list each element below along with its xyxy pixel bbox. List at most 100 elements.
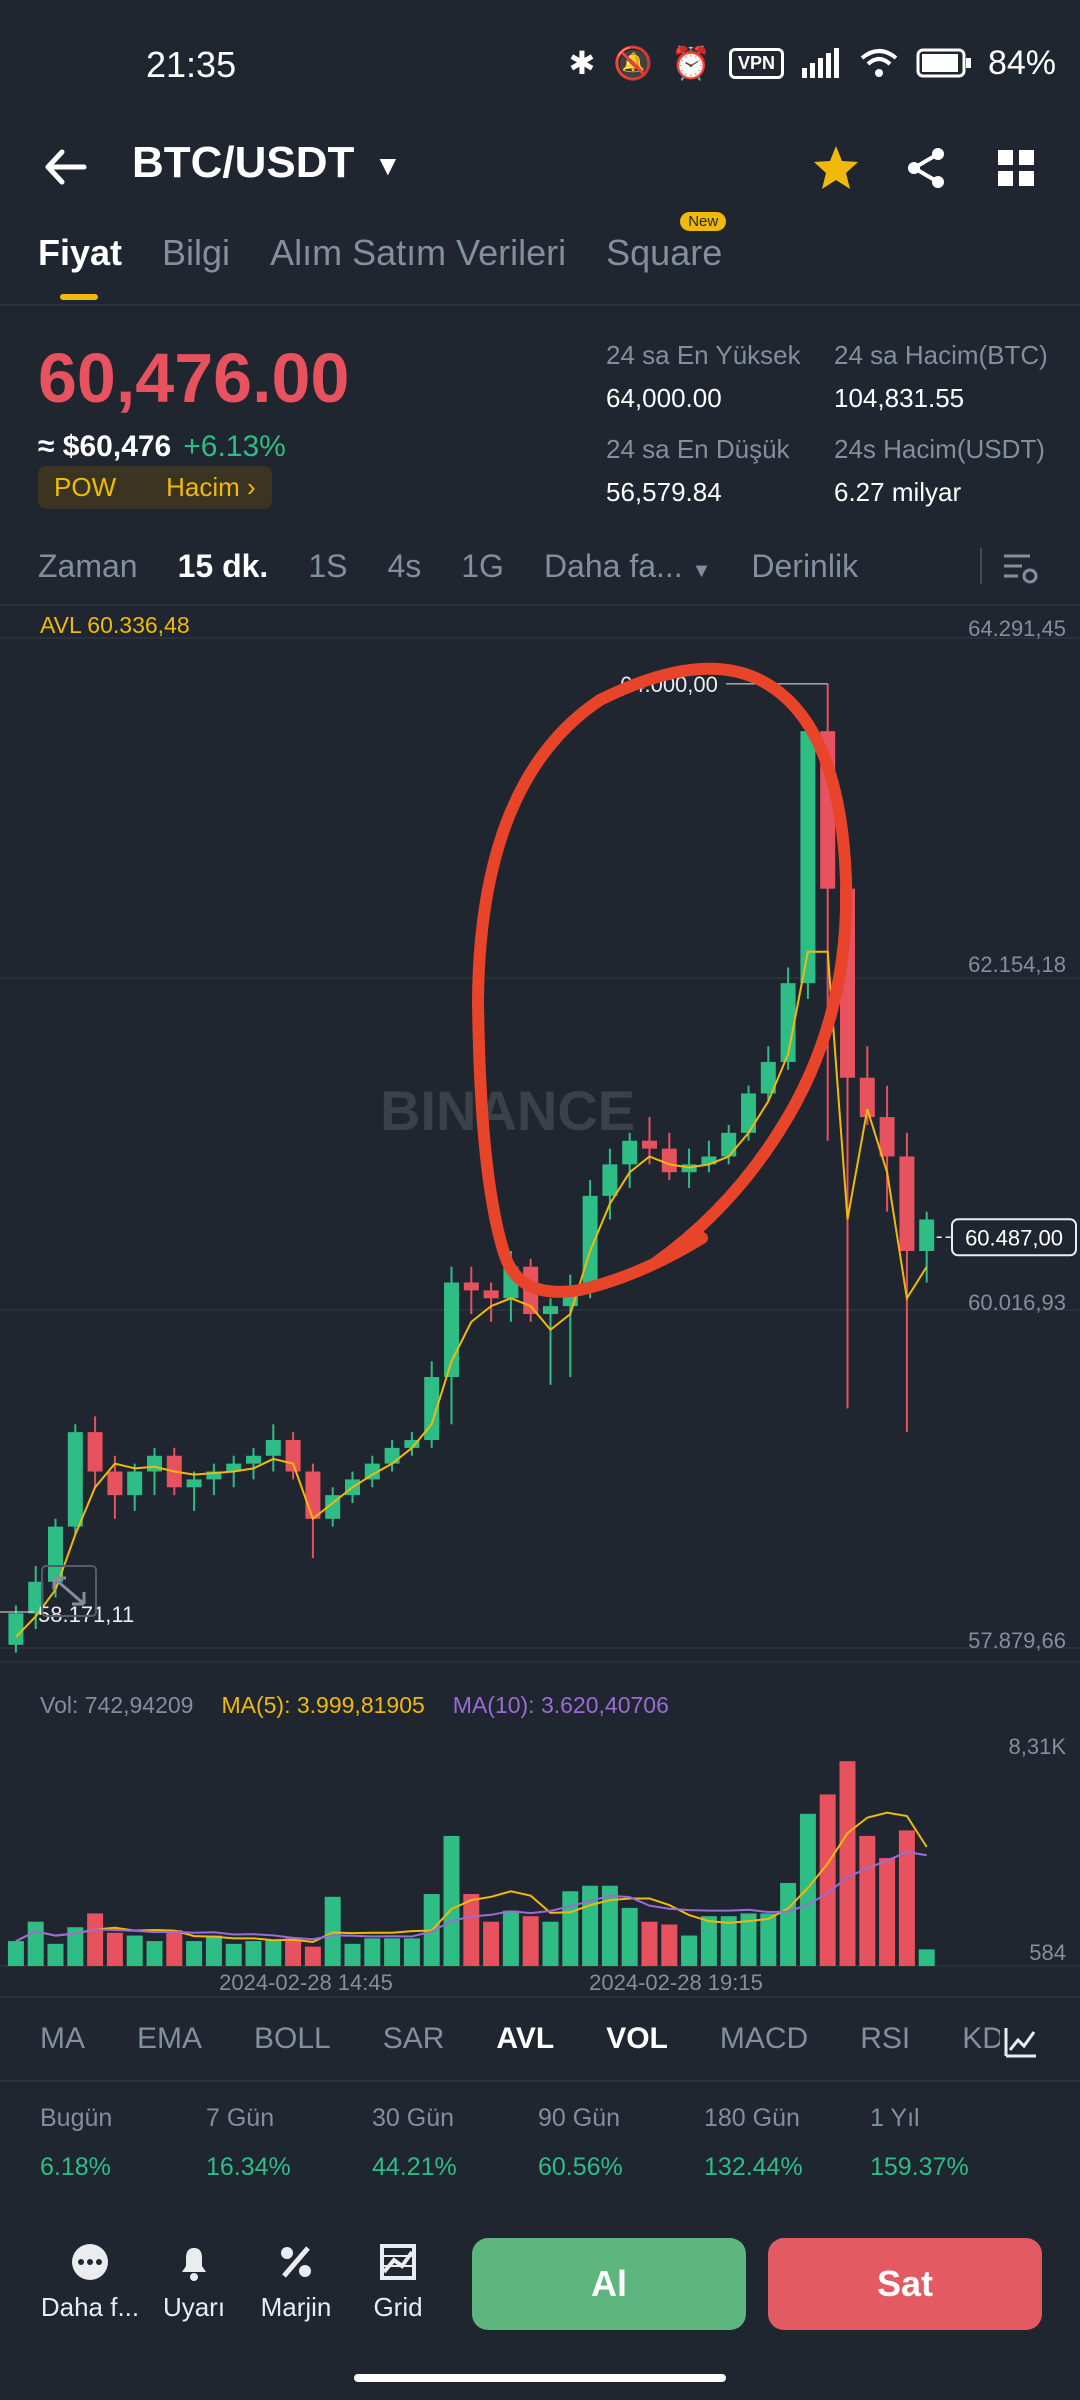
volume-axis-label: 584 bbox=[1029, 1940, 1066, 1965]
tab-price[interactable]: Fiyat bbox=[38, 232, 122, 300]
perf-label: 1 Yıl bbox=[870, 2104, 920, 2132]
tf-15m[interactable]: 15 dk. bbox=[178, 548, 269, 585]
perf-value: 159.37% bbox=[870, 2153, 969, 2181]
candle-body bbox=[285, 1440, 301, 1472]
nav-margin[interactable]: Marjin bbox=[246, 2240, 346, 2323]
bell-icon bbox=[182, 2248, 206, 2281]
bluetooth-icon: ✱ bbox=[568, 45, 596, 81]
ind-vol[interactable]: VOL bbox=[606, 2022, 668, 2056]
grid-menu-icon[interactable] bbox=[988, 140, 1044, 196]
home-indicator[interactable] bbox=[354, 2374, 726, 2382]
ind-boll[interactable]: BOLL bbox=[254, 2022, 331, 2056]
ma10-value: MA(10): 3.620,40706 bbox=[452, 1692, 669, 1718]
volume-bar bbox=[661, 1924, 678, 1966]
time-axis-label: 2024-02-28 19:15 bbox=[589, 1970, 763, 1995]
volume-bar bbox=[582, 1885, 599, 1966]
indicator-settings-icon[interactable] bbox=[1000, 2022, 1040, 2062]
avl-legend: AVL 60.336,48 bbox=[40, 612, 190, 638]
perf-value: 60.56% bbox=[538, 2153, 623, 2181]
battery-icon bbox=[916, 48, 971, 78]
price-chart[interactable]: BINANCE 64.291,45 62.154,18 60.016,93 57.879… bbox=[0, 600, 1080, 2000]
volume-bar bbox=[819, 1794, 836, 1966]
stat-vol-btc: 24 sa Hacim(BTC) 104,831.55 bbox=[834, 340, 1048, 414]
candle-body bbox=[741, 1093, 756, 1133]
nav-margin-label: Marjin bbox=[260, 2292, 332, 2322]
candle-body bbox=[127, 1471, 143, 1496]
ind-sar[interactable]: SAR bbox=[383, 2022, 445, 2056]
tab-info[interactable]: Bilgi bbox=[162, 232, 230, 274]
indicator-divider bbox=[0, 1996, 1080, 1998]
candle-body bbox=[483, 1290, 499, 1299]
ind-rsi[interactable]: RSI bbox=[860, 2022, 910, 2056]
wifi-icon bbox=[860, 49, 898, 77]
stat-vol-btc-value: 104,831.55 bbox=[834, 383, 965, 413]
tf-depth[interactable]: Derinlik bbox=[751, 548, 858, 585]
ind-ma[interactable]: MA bbox=[40, 2022, 85, 2056]
volume-bar bbox=[641, 1921, 658, 1966]
perf-value: 44.21% bbox=[372, 2153, 457, 2181]
tf-more[interactable]: Daha fa... ▼ bbox=[544, 548, 711, 585]
candle-body bbox=[107, 1471, 123, 1496]
chart-settings-icon[interactable] bbox=[1000, 548, 1040, 588]
candle-body bbox=[582, 1195, 598, 1291]
volume-bar bbox=[106, 1932, 123, 1966]
volume-bar bbox=[285, 1938, 302, 1966]
tf-time[interactable]: Zaman bbox=[38, 548, 138, 585]
tag-pow[interactable]: POW bbox=[54, 472, 116, 503]
candle-body bbox=[543, 1306, 558, 1314]
ind-avl[interactable]: AVL bbox=[496, 2022, 554, 2056]
candle-body bbox=[87, 1432, 103, 1472]
volume-bar bbox=[403, 1938, 420, 1966]
perf-divider bbox=[0, 2080, 1080, 2082]
nav-more[interactable]: Daha f... bbox=[40, 2240, 140, 2323]
chevron-down-icon[interactable]: ▼ bbox=[374, 150, 402, 182]
back-arrow-icon[interactable] bbox=[40, 142, 90, 192]
tab-trade-data[interactable]: Alım Satım Verileri bbox=[270, 232, 566, 274]
share-icon[interactable] bbox=[898, 140, 954, 196]
volume-bar bbox=[245, 1941, 262, 1966]
perf-label: Bugün bbox=[40, 2104, 113, 2132]
volume-bar bbox=[463, 1894, 480, 1966]
nav-alert[interactable]: Uyarı bbox=[144, 2240, 244, 2323]
candle-body bbox=[721, 1132, 737, 1157]
candle-body bbox=[463, 1282, 479, 1291]
top-tabs: Fiyat Bilgi Alım Satım Verileri Square Ne… bbox=[38, 212, 727, 300]
candle-body bbox=[899, 1156, 915, 1251]
tab-square[interactable]: Square New bbox=[606, 212, 727, 274]
tf-1h[interactable]: 1S bbox=[308, 548, 347, 585]
more-dots-icon bbox=[72, 2244, 108, 2280]
battery-percent: 84% bbox=[987, 44, 1056, 82]
price-approx: ≈ $60,476 +6.13% bbox=[38, 430, 286, 464]
candle-body bbox=[800, 731, 816, 984]
time-axis-label: 2024-02-28 14:45 bbox=[219, 1970, 393, 1995]
price-axis-label: 64.291,45 bbox=[968, 616, 1066, 641]
mute-icon: 🔕 bbox=[613, 45, 654, 81]
nav-grid-label: Grid bbox=[373, 2292, 423, 2322]
price-axis-label: 60.016,93 bbox=[968, 1290, 1066, 1315]
status-time: 21:35 bbox=[146, 44, 237, 85]
perf-label: 180 Gün bbox=[704, 2104, 800, 2132]
ind-ema[interactable]: EMA bbox=[137, 2022, 202, 2056]
ind-macd[interactable]: MACD bbox=[720, 2022, 808, 2056]
tag-volume[interactable]: Hacim › bbox=[166, 472, 256, 503]
tf-4h[interactable]: 4s bbox=[387, 548, 421, 585]
perf-label: 90 Gün bbox=[538, 2104, 621, 2132]
perf-label: 30 Gün bbox=[372, 2104, 455, 2132]
stat-vol-usdt-value: 6.27 milyar bbox=[834, 477, 962, 507]
tf-1d[interactable]: 1G bbox=[461, 548, 504, 585]
approx-usd: ≈ $60,476 bbox=[38, 430, 172, 463]
sell-button[interactable]: Sat bbox=[768, 2238, 1042, 2330]
candle-body bbox=[305, 1471, 321, 1519]
header: BTC/USDT ▼ bbox=[0, 120, 1080, 220]
buy-button[interactable]: Al bbox=[472, 2238, 746, 2330]
pair-title[interactable]: BTC/USDT bbox=[132, 138, 354, 188]
volume-bar bbox=[364, 1938, 381, 1966]
perf-180d: 180 Gün 132.44% bbox=[704, 2104, 870, 2182]
signal-icon bbox=[802, 48, 839, 78]
star-icon[interactable] bbox=[808, 140, 864, 196]
volume-bar bbox=[186, 1941, 203, 1966]
coin-tags[interactable]: POW Hacim › bbox=[38, 466, 272, 509]
nav-grid[interactable]: Grid bbox=[348, 2240, 448, 2323]
perf-value: 132.44% bbox=[704, 2153, 803, 2181]
volume-bar bbox=[7, 1941, 24, 1966]
